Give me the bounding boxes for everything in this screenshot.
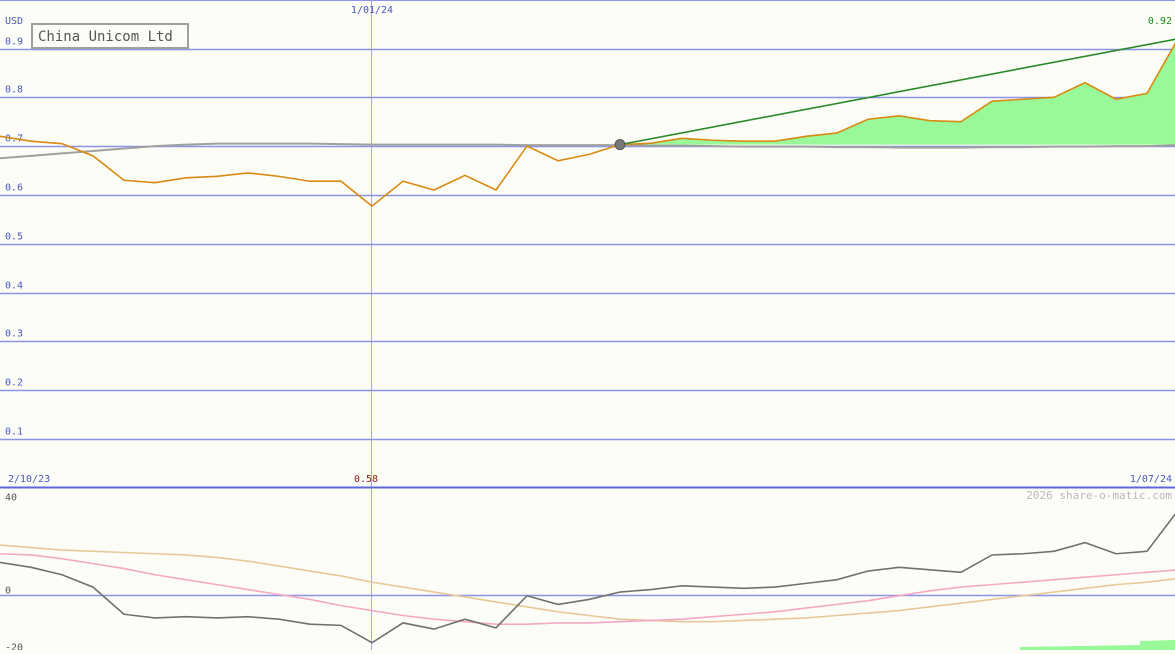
price-tick-label: 0.1 bbox=[5, 427, 23, 438]
price-tick-label: 0.8 bbox=[5, 85, 23, 96]
price-tick-label: 0.3 bbox=[5, 329, 23, 340]
price-tick-label: 0.5 bbox=[5, 232, 23, 243]
oscillator-panel bbox=[0, 513, 1175, 650]
price-tick-label: 0.2 bbox=[5, 378, 23, 389]
trend-start-marker bbox=[614, 139, 626, 151]
title-box: China Unicom Ltd bbox=[31, 23, 189, 49]
price-panel bbox=[0, 38, 1175, 208]
currency-label: USD bbox=[5, 16, 23, 27]
high-marker-label: 0.92 bbox=[1148, 16, 1172, 27]
start-date-label: 2/10/23 bbox=[8, 474, 50, 485]
end-date-label: 1/07/24 bbox=[1130, 474, 1172, 485]
chart-title: China Unicom Ltd bbox=[38, 29, 173, 45]
oscillator-tick-label: 0 bbox=[5, 586, 11, 597]
low-marker-label: 0.58 bbox=[354, 474, 378, 485]
price-tick-label: 0.9 bbox=[5, 37, 23, 48]
price-tick-label: 0.6 bbox=[5, 183, 23, 194]
mid-date-label: 1/01/24 bbox=[351, 5, 393, 16]
oscillator-tick-label: 40 bbox=[5, 493, 17, 504]
oscillator-pink-line bbox=[0, 552, 1175, 625]
grid-layer: 0.10.20.30.40.50.60.70.80.9400-20 bbox=[0, 0, 1175, 654]
watermark: 2026 share-o-matic.com bbox=[1026, 489, 1172, 502]
chart-canvas: 0.10.20.30.40.50.60.70.80.9400-20 USD 1/… bbox=[0, 0, 1175, 654]
oscillator-tick-label: -20 bbox=[5, 643, 23, 651]
volume-bar bbox=[1020, 640, 1175, 650]
price-tick-label: 0.4 bbox=[5, 281, 23, 292]
